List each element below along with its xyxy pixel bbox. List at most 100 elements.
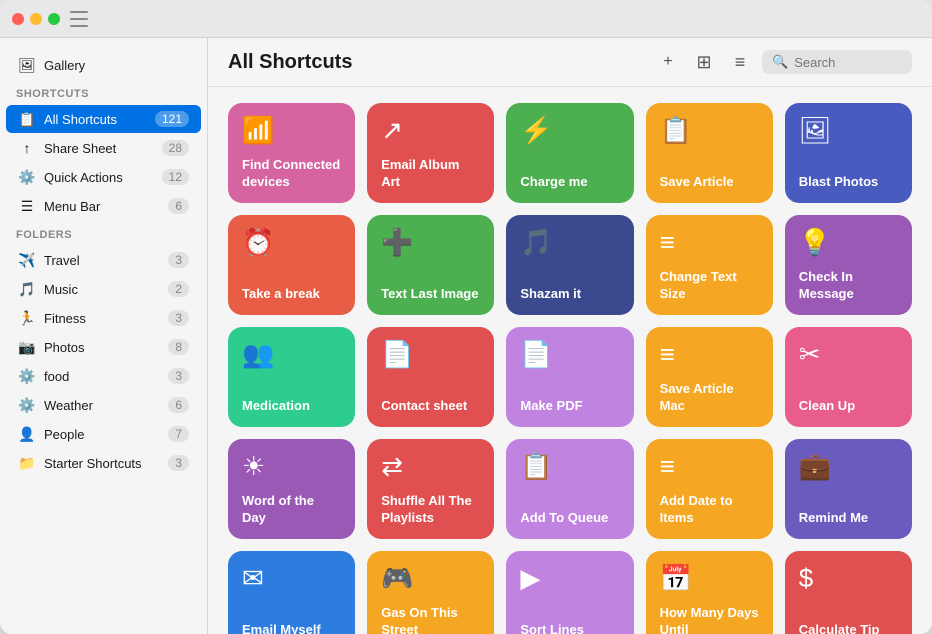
sidebar-item-weather[interactable]: ⚙️ Weather 6 (6, 391, 201, 419)
photos-icon: 📷 (18, 338, 36, 356)
card-label-check-in-message: Check In Message (799, 269, 898, 303)
card-medication[interactable]: 👥 Medication (228, 327, 355, 427)
main-content: All Shortcuts + ⊞ ≡ 🔍 📶 Find Connected d… (208, 38, 932, 634)
card-icon-add-to-queue: 📋 (520, 451, 619, 482)
card-clean-up[interactable]: ✂ Clean Up (785, 327, 912, 427)
card-icon-shuffle-all: ⇄ (381, 451, 480, 482)
card-change-text-size[interactable]: ≡ Change Text Size (646, 215, 773, 315)
travel-icon: ✈️ (18, 251, 36, 269)
card-charge-me[interactable]: ⚡ Charge me (506, 103, 633, 203)
close-button[interactable] (12, 13, 24, 25)
quick-actions-count: 12 (162, 169, 189, 185)
sidebar-item-menu-bar[interactable]: ☰ Menu Bar 6 (6, 192, 201, 220)
card-calculate-tip[interactable]: $ Calculate Tip (785, 551, 912, 634)
card-icon-sort-lines: ▶ (520, 563, 619, 594)
card-label-medication: Medication (242, 398, 341, 415)
people-count: 7 (168, 426, 189, 442)
card-add-date-items[interactable]: ≡ Add Date to Items (646, 439, 773, 539)
sidebar-item-share-sheet[interactable]: ↑ Share Sheet 28 (6, 134, 201, 162)
weather-count: 6 (168, 397, 189, 413)
card-icon-take-break: ⏰ (242, 227, 341, 258)
card-label-how-many-days: How Many Days Until (660, 605, 759, 634)
sidebar-food-label: food (44, 369, 168, 384)
card-blast-photos[interactable]: 🖼 Blast Photos (785, 103, 912, 203)
sidebar-toggle-button[interactable] (70, 11, 90, 27)
sidebar-item-all-shortcuts[interactable]: 📋 All Shortcuts 121 (6, 105, 201, 133)
card-label-take-break: Take a break (242, 286, 341, 303)
sidebar-starter-shortcuts-label: Starter Shortcuts (44, 456, 168, 471)
sidebar-item-people[interactable]: 👤 People 7 (6, 420, 201, 448)
gallery-icon: 🖼 (18, 56, 36, 74)
shortcuts-grid-area: 📶 Find Connected devices ↗ Email Album A… (208, 87, 932, 634)
main-header: All Shortcuts + ⊞ ≡ 🔍 (208, 38, 932, 87)
card-take-break[interactable]: ⏰ Take a break (228, 215, 355, 315)
card-how-many-days[interactable]: 📅 How Many Days Until (646, 551, 773, 634)
sidebar-item-fitness[interactable]: 🏃 Fitness 3 (6, 304, 201, 332)
card-label-charge-me: Charge me (520, 174, 619, 191)
card-label-change-text-size: Change Text Size (660, 269, 759, 303)
card-label-email-album: Email Album Art (381, 157, 480, 191)
sidebar: 🖼 Gallery Shortcuts 📋 All Shortcuts 121 … (0, 38, 208, 634)
card-shazam-it[interactable]: 🎵 Shazam it (506, 215, 633, 315)
quick-actions-icon: ⚙️ (18, 168, 36, 186)
music-icon: 🎵 (18, 280, 36, 298)
titlebar (0, 0, 932, 38)
card-save-article-mac[interactable]: ≡ Save Article Mac (646, 327, 773, 427)
music-count: 2 (168, 281, 189, 297)
search-box: 🔍 (762, 50, 912, 74)
card-gas-on-street[interactable]: 🎮 Gas On This Street (367, 551, 494, 634)
card-contact-sheet[interactable]: 📄 Contact sheet (367, 327, 494, 427)
list-view-button[interactable]: ≡ (726, 48, 754, 76)
card-add-to-queue[interactable]: 📋 Add To Queue (506, 439, 633, 539)
fitness-icon: 🏃 (18, 309, 36, 327)
sidebar-item-food[interactable]: ⚙️ food 3 (6, 362, 201, 390)
card-icon-shazam-it: 🎵 (520, 227, 619, 258)
all-shortcuts-count: 121 (155, 111, 189, 127)
sidebar-item-music[interactable]: 🎵 Music 2 (6, 275, 201, 303)
travel-count: 3 (168, 252, 189, 268)
sidebar-item-starter-shortcuts[interactable]: 📁 Starter Shortcuts 3 (6, 449, 201, 477)
card-icon-make-pdf: 📄 (520, 339, 619, 370)
shortcuts-section-label: Shortcuts (0, 80, 207, 104)
card-icon-text-last-image: ➕ (381, 227, 480, 258)
search-input[interactable] (794, 55, 902, 70)
sidebar-weather-label: Weather (44, 398, 168, 413)
card-find-connected[interactable]: 📶 Find Connected devices (228, 103, 355, 203)
sidebar-item-travel[interactable]: ✈️ Travel 3 (6, 246, 201, 274)
grid-view-button[interactable]: ⊞ (690, 48, 718, 76)
sidebar-item-quick-actions[interactable]: ⚙️ Quick Actions 12 (6, 163, 201, 191)
card-label-make-pdf: Make PDF (520, 398, 619, 415)
add-shortcut-button[interactable]: + (654, 48, 682, 76)
card-word-of-day[interactable]: ☀ Word of the Day (228, 439, 355, 539)
card-icon-blast-photos: 🖼 (799, 115, 898, 146)
people-icon: 👤 (18, 425, 36, 443)
sidebar-item-photos[interactable]: 📷 Photos 8 (6, 333, 201, 361)
sidebar-quick-actions-label: Quick Actions (44, 170, 162, 185)
minimize-button[interactable] (30, 13, 42, 25)
card-label-shazam-it: Shazam it (520, 286, 619, 303)
card-icon-find-connected: 📶 (242, 115, 341, 146)
content-area: 🖼 Gallery Shortcuts 📋 All Shortcuts 121 … (0, 38, 932, 634)
card-label-clean-up: Clean Up (799, 398, 898, 415)
card-text-last-image[interactable]: ➕ Text Last Image (367, 215, 494, 315)
card-label-gas-on-street: Gas On This Street (381, 605, 480, 634)
card-make-pdf[interactable]: 📄 Make PDF (506, 327, 633, 427)
card-icon-add-date-items: ≡ (660, 451, 759, 482)
card-icon-calculate-tip: $ (799, 563, 898, 594)
card-remind-me[interactable]: 💼 Remind Me (785, 439, 912, 539)
sidebar-all-shortcuts-label: All Shortcuts (44, 112, 155, 127)
maximize-button[interactable] (48, 13, 60, 25)
card-email-album[interactable]: ↗ Email Album Art (367, 103, 494, 203)
card-check-in-message[interactable]: 💡 Check In Message (785, 215, 912, 315)
card-label-save-article-mac: Save Article Mac (660, 381, 759, 415)
card-icon-save-article: 📋 (660, 115, 759, 146)
sidebar-item-gallery[interactable]: 🖼 Gallery (6, 51, 201, 79)
card-sort-lines[interactable]: ▶ Sort Lines (506, 551, 633, 634)
card-email-myself[interactable]: ✉ Email Myself (228, 551, 355, 634)
card-save-article[interactable]: 📋 Save Article (646, 103, 773, 203)
card-shuffle-all[interactable]: ⇄ Shuffle All The Playlists (367, 439, 494, 539)
card-label-add-date-items: Add Date to Items (660, 493, 759, 527)
card-label-contact-sheet: Contact sheet (381, 398, 480, 415)
page-title: All Shortcuts (228, 51, 654, 74)
share-sheet-count: 28 (162, 140, 189, 156)
